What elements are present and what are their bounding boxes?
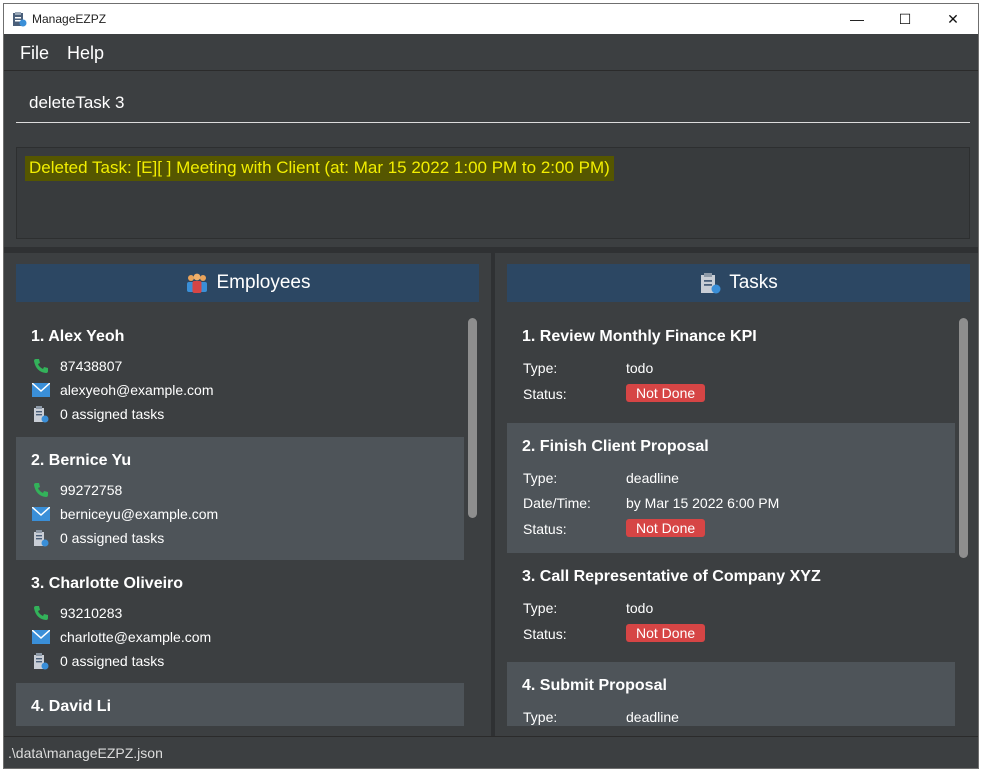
task-title: 4. Submit Proposal	[522, 677, 667, 694]
employee-assigned-tasks: 0 assigned tasks	[60, 653, 165, 669]
employee-phone-row: 87438807	[32, 358, 122, 374]
menu-bar: File Help	[4, 34, 978, 71]
result-display: Deleted Task: [E][ ] Meeting with Client…	[16, 147, 970, 239]
employee-card[interactable]: 2. Bernice Yu 99272758 berniceyu@example…	[16, 437, 464, 560]
employee-name: 3. Charlotte Oliveiro	[31, 575, 184, 592]
phone-icon	[32, 605, 50, 621]
employees-header-label: Employees	[216, 272, 311, 293]
employee-name: 4. David Li	[31, 698, 112, 715]
task-type-value: todo	[626, 600, 654, 616]
employee-card[interactable]: 1. Alex Yeoh 87438807 alexyeoh@example.c…	[16, 313, 464, 437]
task-datetime-value: by Mar 15 2022 6:00 PM	[626, 495, 780, 511]
employee-phone-row: 93210283	[32, 605, 122, 621]
employee-card[interactable]: 4. David Li	[16, 683, 464, 726]
task-list-scrollbar[interactable]	[958, 313, 968, 726]
employee-list[interactable]: 1. Alex Yeoh 87438807 alexyeoh@example.c…	[16, 313, 479, 726]
task-list-scrollbar-thumb[interactable]	[959, 318, 968, 558]
task-title: 2. Finish Client Proposal	[522, 438, 709, 455]
task-type-label: Type:	[523, 360, 558, 376]
employee-phone-row: 99272758	[32, 482, 122, 498]
task-type-value: deadline	[626, 470, 679, 486]
employee-phone: 93210283	[60, 605, 123, 621]
employee-phone: 87438807	[60, 358, 123, 374]
task-status-badge: Not Done	[626, 624, 706, 642]
clipboard-checklist-icon	[32, 529, 50, 546]
task-card[interactable]: 4. Submit Proposal Type: deadline	[507, 662, 955, 726]
command-box	[4, 71, 978, 139]
save-file-path: .\data\manageEZPZ.json	[8, 745, 163, 761]
task-datetime-label: Date/Time:	[523, 495, 591, 511]
employee-tasks-row: 0 assigned tasks	[32, 529, 165, 546]
task-status-label: Status:	[523, 626, 567, 642]
maximize-button[interactable]: ☐	[882, 4, 928, 34]
result-message: Deleted Task: [E][ ] Meeting with Client…	[25, 156, 614, 181]
app-clipboard-icon	[13, 12, 27, 27]
clipboard-checklist-icon	[32, 405, 50, 422]
task-list[interactable]: 1. Review Monthly Finance KPI Type: todo…	[507, 313, 970, 726]
employee-list-scrollbar-thumb[interactable]	[468, 318, 477, 518]
clipboard-checklist-icon	[701, 273, 721, 294]
employee-tasks-row: 0 assigned tasks	[32, 652, 165, 669]
task-type-label: Type:	[523, 470, 558, 486]
employee-email: alexyeoh@example.com	[60, 382, 214, 398]
status-bar: .\data\manageEZPZ.json	[4, 736, 978, 768]
tasks-pane: Tasks 1. Review Monthly Finance KPI Type…	[495, 253, 978, 736]
task-title: 1. Review Monthly Finance KPI	[522, 328, 757, 345]
minimize-button[interactable]: —	[834, 4, 880, 34]
employee-assigned-tasks: 0 assigned tasks	[60, 530, 165, 546]
envelope-icon	[32, 629, 50, 645]
task-type-label: Type:	[523, 709, 558, 725]
task-status-label: Status:	[523, 521, 567, 537]
menu-help[interactable]: Help	[67, 43, 104, 64]
envelope-icon	[32, 506, 50, 522]
task-status-label: Status:	[523, 386, 567, 402]
phone-icon	[32, 358, 50, 374]
tasks-header-label: Tasks	[729, 272, 778, 293]
task-type-value: todo	[626, 360, 654, 376]
menu-file[interactable]: File	[20, 43, 49, 64]
task-card[interactable]: 3. Call Representative of Company XYZ Ty…	[507, 553, 955, 662]
employee-email-row: berniceyu@example.com	[32, 506, 218, 522]
task-card[interactable]: 2. Finish Client Proposal Type: deadline…	[507, 423, 955, 553]
task-type-label: Type:	[523, 600, 558, 616]
employee-assigned-tasks: 0 assigned tasks	[60, 406, 165, 422]
employees-header: Employees	[16, 264, 479, 302]
phone-icon	[32, 482, 50, 498]
tasks-header: Tasks	[507, 264, 970, 302]
envelope-icon	[32, 382, 50, 398]
employee-email-row: charlotte@example.com	[32, 629, 211, 645]
employee-email: berniceyu@example.com	[60, 506, 219, 522]
task-card[interactable]: 1. Review Monthly Finance KPI Type: todo…	[507, 313, 955, 423]
employee-card[interactable]: 3. Charlotte Oliveiro 93210283 charlotte…	[16, 560, 464, 683]
window-title: ManageEZPZ	[32, 12, 107, 26]
app-window: ManageEZPZ — ☐ ✕ File Help Deleted Task:…	[3, 3, 979, 769]
lists-container: Employees 1. Alex Yeoh 87438807 alexyeoh…	[4, 247, 978, 736]
task-type-value: deadline	[626, 709, 679, 725]
title-bar: ManageEZPZ — ☐ ✕	[4, 4, 978, 34]
employee-phone: 99272758	[60, 482, 123, 498]
employee-name: 1. Alex Yeoh	[31, 328, 125, 345]
close-button[interactable]: ✕	[930, 4, 976, 34]
people-icon	[186, 273, 207, 293]
command-input[interactable]	[16, 83, 970, 123]
task-status-badge: Not Done	[626, 519, 706, 537]
employee-email: charlotte@example.com	[60, 629, 212, 645]
employee-email-row: alexyeoh@example.com	[32, 382, 214, 398]
task-title: 3. Call Representative of Company XYZ	[522, 568, 821, 585]
clipboard-checklist-icon	[32, 652, 50, 669]
employee-tasks-row: 0 assigned tasks	[32, 405, 165, 422]
employee-list-scrollbar[interactable]	[467, 313, 477, 726]
employee-name: 2. Bernice Yu	[31, 452, 132, 469]
task-status-badge: Not Done	[626, 384, 706, 402]
employees-pane: Employees 1. Alex Yeoh 87438807 alexyeoh…	[4, 253, 491, 736]
